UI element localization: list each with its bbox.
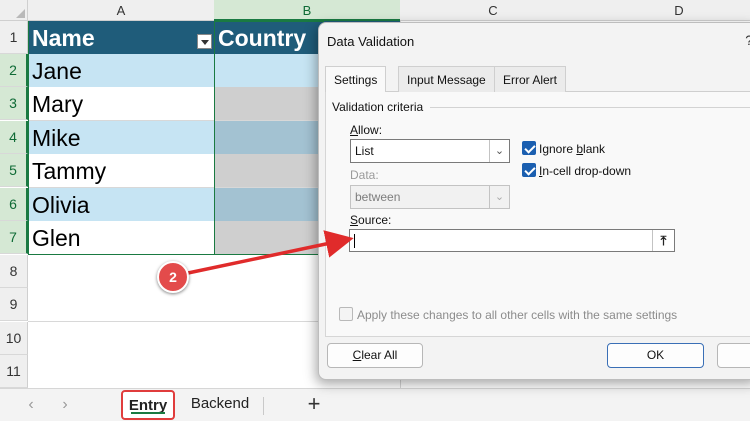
step-callout-badge: 2 [157, 261, 189, 293]
collapse-dialog-icon[interactable]: ⤒ [652, 230, 674, 251]
data-select[interactable]: between ⌄ [350, 185, 510, 209]
data-value: between [355, 190, 401, 204]
tab-divider [263, 397, 264, 415]
cell-a1-header[interactable]: Name [28, 21, 215, 55]
ignore-blank-checkbox[interactable] [522, 141, 536, 155]
clear-all-button[interactable]: Clear All [327, 343, 423, 368]
cancel-button[interactable] [717, 343, 750, 368]
cell-a11[interactable] [28, 355, 215, 388]
select-all-corner[interactable] [0, 0, 28, 21]
in-cell-dropdown-label: In-cell drop-down [539, 164, 632, 178]
chevron-down-icon: ⌄ [489, 186, 509, 208]
apply-all-label: Apply these changes to all other cells w… [357, 308, 678, 322]
data-label: Data: [350, 168, 379, 182]
row-header-10[interactable]: 10 [0, 322, 28, 355]
text-caret [354, 234, 355, 248]
group-divider [430, 107, 750, 108]
ignore-blank-label: Ignore blank [539, 142, 606, 156]
row-header-7[interactable]: 7 [0, 221, 28, 254]
chevron-down-icon: ⌄ [489, 140, 509, 162]
sheet-tab-backend[interactable]: Backend [184, 390, 256, 420]
column-header-c[interactable]: C [400, 0, 587, 21]
row-header-3[interactable]: 3 [0, 87, 28, 120]
sheet-tab-bar: ‹ › Entry Backend + [0, 388, 750, 421]
cell-a10[interactable] [28, 322, 215, 356]
row-header-6[interactable]: 6 [0, 188, 28, 221]
row-header-5[interactable]: 5 [0, 154, 28, 187]
data-validation-dialog: Data Validation ? Settings Input Message… [318, 22, 750, 380]
cell-a5[interactable]: Tammy [28, 154, 215, 188]
validation-criteria-label: Validation criteria [332, 100, 424, 114]
filter-dropdown-icon[interactable] [197, 34, 212, 49]
column-header-d[interactable]: D [586, 0, 750, 21]
tab-settings[interactable]: Settings [325, 66, 387, 93]
help-icon[interactable]: ? [745, 32, 750, 48]
cell-a2[interactable]: Jane [28, 54, 215, 88]
ok-button[interactable]: OK [607, 343, 704, 368]
source-label: Source: [350, 213, 392, 227]
row-header-9[interactable]: 9 [0, 288, 28, 321]
in-cell-dropdown-checkbox[interactable] [522, 163, 536, 177]
active-tab-underline [131, 412, 165, 414]
add-sheet-button[interactable]: + [303, 392, 325, 418]
row-header-8[interactable]: 8 [0, 255, 28, 288]
next-sheet-icon[interactable]: › [55, 395, 75, 415]
cell-a7[interactable]: Glen [28, 221, 215, 255]
row-header-4[interactable]: 4 [0, 121, 28, 154]
column-header-b[interactable]: B [214, 0, 401, 21]
column-header-a[interactable]: A [28, 0, 215, 21]
dialog-tabs: Settings Input Message Error Alert [325, 66, 750, 93]
cell-a6[interactable]: Olivia [28, 188, 215, 222]
row-header-11[interactable]: 11 [0, 355, 28, 388]
cell-a4[interactable]: Mike [28, 121, 215, 155]
allow-select[interactable]: List ⌄ [350, 139, 510, 163]
tab-input-message[interactable]: Input Message [398, 66, 495, 92]
allow-label: Allow: [350, 123, 383, 137]
row-header-2[interactable]: 2 [0, 54, 28, 87]
apply-all-checkbox[interactable] [339, 307, 353, 321]
prev-sheet-icon[interactable]: ‹ [21, 395, 41, 415]
sheet-tab-entry[interactable]: Entry [121, 390, 175, 420]
name-header-text: Name [32, 25, 95, 51]
row-header-1[interactable]: 1 [0, 21, 28, 54]
cell-a3[interactable]: Mary [28, 87, 215, 121]
cell-a9[interactable] [28, 288, 215, 322]
source-input[interactable]: ⤒ [349, 229, 675, 252]
tab-error-alert[interactable]: Error Alert [494, 66, 567, 92]
dialog-title: Data Validation [327, 34, 415, 49]
allow-value: List [355, 144, 374, 158]
